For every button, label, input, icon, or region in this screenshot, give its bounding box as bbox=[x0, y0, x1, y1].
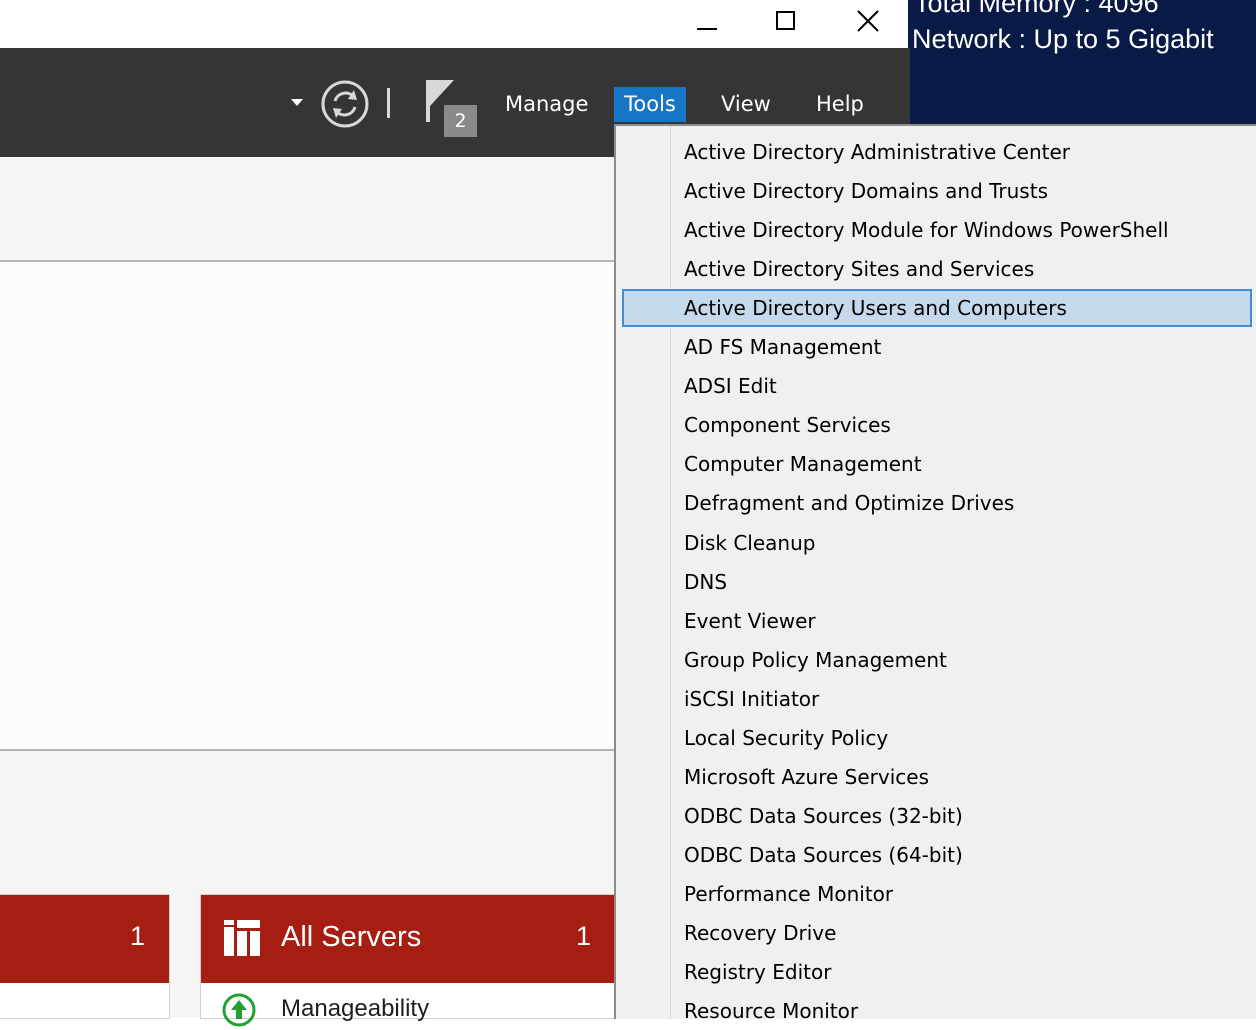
tools-menu-item[interactable]: ODBC Data Sources (32-bit) bbox=[622, 797, 1252, 835]
dropdown-arrow-icon[interactable] bbox=[290, 98, 304, 108]
tools-menu-item[interactable]: ADSI Edit bbox=[622, 367, 1252, 405]
tools-menu-item[interactable]: Disk Cleanup bbox=[622, 524, 1252, 562]
tools-menu-item[interactable]: Recovery Drive bbox=[622, 914, 1252, 952]
tools-menu-item[interactable]: Active Directory Module for Windows Powe… bbox=[622, 211, 1252, 249]
refresh-icon[interactable] bbox=[320, 79, 370, 129]
tools-menu-item[interactable]: Defragment and Optimize Drives bbox=[622, 484, 1252, 522]
close-button[interactable] bbox=[829, 0, 907, 42]
window-title-bar bbox=[0, 0, 910, 48]
menu-tools[interactable]: Tools bbox=[614, 87, 686, 122]
minimize-icon bbox=[697, 28, 717, 30]
maximize-button[interactable] bbox=[747, 0, 825, 42]
tools-menu-item[interactable]: ODBC Data Sources (64-bit) bbox=[622, 836, 1252, 874]
content-main-area bbox=[0, 262, 614, 751]
tools-menu-item[interactable]: Component Services bbox=[622, 406, 1252, 444]
notification-count-badge: 2 bbox=[444, 105, 477, 137]
close-icon bbox=[857, 10, 879, 32]
total-memory-text: Total Memory : 4096 bbox=[914, 0, 1159, 18]
tools-menu-item[interactable]: Registry Editor bbox=[622, 953, 1252, 991]
servers-icon bbox=[224, 920, 260, 956]
tools-menu-item[interactable]: Performance Monitor bbox=[622, 875, 1252, 913]
minimize-button[interactable] bbox=[668, 0, 746, 42]
tools-menu-item[interactable]: Active Directory Users and Computers bbox=[622, 289, 1252, 327]
tools-menu-item[interactable]: Microsoft Azure Services bbox=[622, 758, 1252, 796]
tools-menu-item[interactable]: AD FS Management bbox=[622, 328, 1252, 366]
tools-menu-item[interactable]: Resource Monitor bbox=[622, 992, 1252, 1030]
tools-menu-item[interactable]: Local Security Policy bbox=[622, 719, 1252, 757]
tile-count: 1 bbox=[575, 921, 591, 951]
tools-menu-item[interactable]: Active Directory Sites and Services bbox=[622, 250, 1252, 288]
toolbar-separator bbox=[387, 88, 390, 118]
menu-help[interactable]: Help bbox=[816, 92, 864, 116]
tools-menu-item[interactable]: Computer Management bbox=[622, 445, 1252, 483]
tools-menu-item[interactable]: iSCSI Initiator bbox=[622, 680, 1252, 718]
tile-count: 1 bbox=[129, 921, 145, 951]
server-tile[interactable]: 1 bbox=[0, 894, 170, 1019]
tools-menu-item[interactable]: Group Policy Management bbox=[622, 641, 1252, 679]
network-text: Network : Up to 5 Gigabit bbox=[912, 24, 1214, 54]
all-servers-tile[interactable]: All Servers 1 Manageability bbox=[200, 894, 616, 1027]
manageability-link[interactable]: Manageability bbox=[281, 995, 429, 1023]
tools-menu-item[interactable]: Active Directory Administrative Center bbox=[622, 133, 1252, 171]
tile-header: 1 bbox=[0, 895, 169, 983]
desktop-info-overlay: Total Memory : 4096 Network : Up to 5 Gi… bbox=[908, 0, 1256, 124]
menu-manage[interactable]: Manage bbox=[505, 92, 588, 116]
tools-dropdown-menu: Active Directory Administrative Center Ac… bbox=[614, 124, 1256, 1023]
tile-header: All Servers 1 bbox=[201, 895, 615, 983]
content-header-area bbox=[0, 157, 614, 262]
tile-title: All Servers bbox=[281, 921, 422, 953]
manageability-status-icon bbox=[222, 993, 256, 1027]
tools-menu-item[interactable]: Active Directory Domains and Trusts bbox=[622, 172, 1252, 210]
maximize-icon bbox=[776, 11, 795, 30]
tools-menu-item[interactable]: Event Viewer bbox=[622, 602, 1252, 640]
tools-menu-item[interactable]: DNS bbox=[622, 563, 1252, 601]
menu-view[interactable]: View bbox=[721, 92, 771, 116]
